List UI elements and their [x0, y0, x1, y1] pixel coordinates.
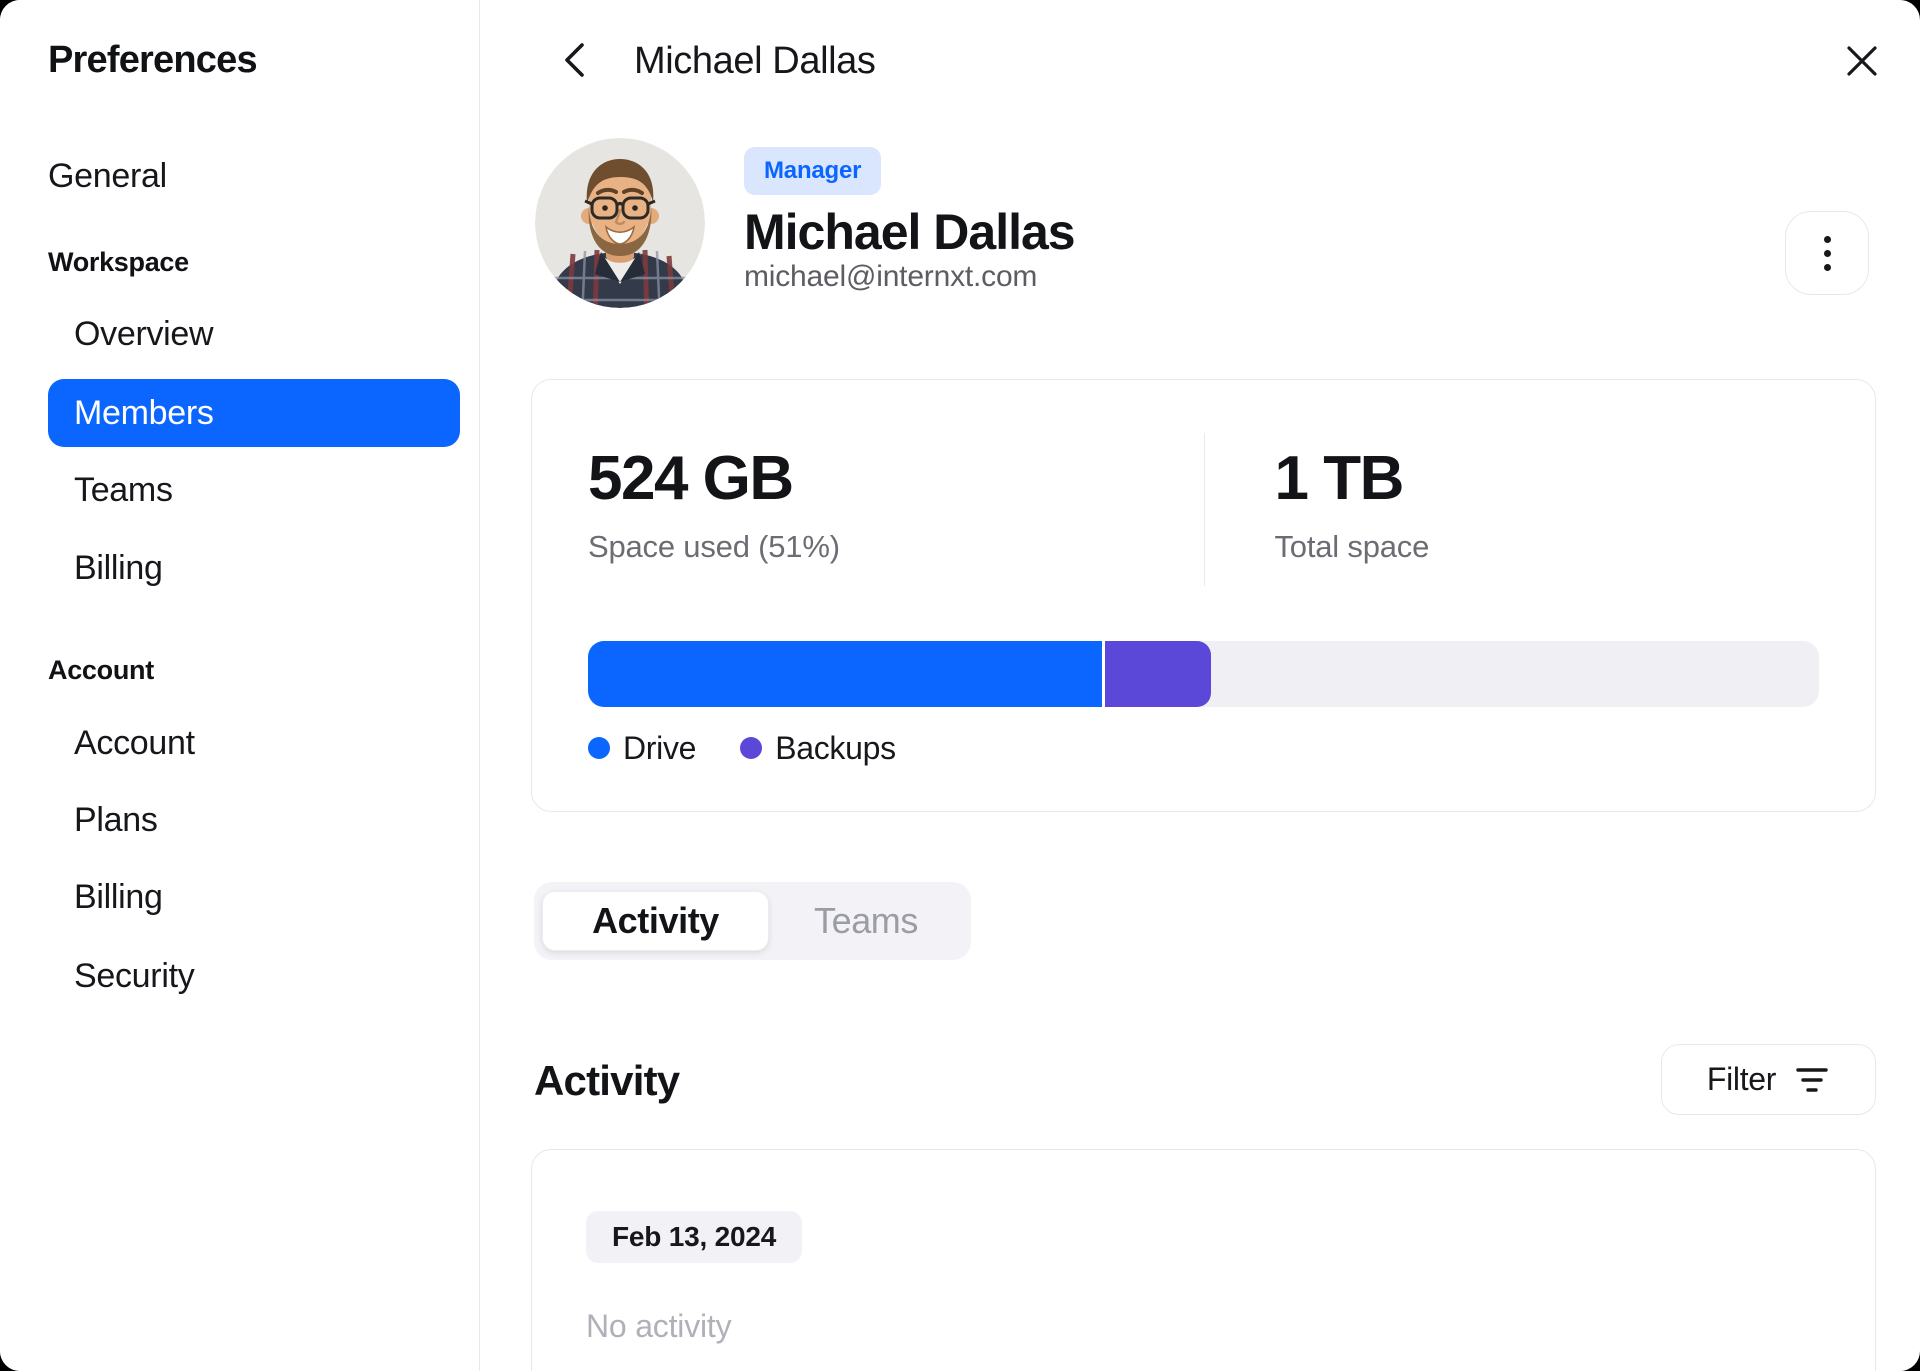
sidebar-title: Preferences	[48, 39, 258, 81]
detail-tabs: Activity Teams	[534, 882, 971, 960]
drive-dot-icon	[588, 737, 610, 759]
legend-item-backups: Backups	[740, 730, 896, 767]
legend-item-drive: Drive	[588, 730, 696, 767]
legend-backups-label: Backups	[775, 729, 896, 766]
sidebar-item-billing-workspace[interactable]: Billing	[74, 548, 163, 588]
chevron-left-icon	[565, 43, 584, 77]
activity-log-card: Feb 13, 2024 No activity	[531, 1149, 1876, 1371]
storage-usage-card: 524 GB Space used (51%) 1 TB Total space…	[531, 379, 1876, 812]
sidebar-item-billing-account[interactable]: Billing	[74, 877, 163, 917]
close-button[interactable]	[1833, 32, 1891, 90]
usage-bar-backups-segment	[1105, 641, 1211, 707]
total-space-value: 1 TB	[1274, 444, 1405, 513]
member-detail-panel: Michael Dallas Manager Michael Dallas mi…	[481, 0, 1920, 1371]
sidebar-item-plans[interactable]: Plans	[74, 800, 158, 840]
space-used-value: 524 GB	[588, 444, 794, 513]
tab-teams[interactable]: Teams	[769, 891, 963, 951]
member-email: michael@internxt.com	[744, 260, 1038, 293]
member-options-button[interactable]	[1785, 211, 1869, 295]
storage-usage-bar	[588, 641, 1819, 707]
backups-dot-icon	[740, 737, 763, 759]
usage-legend: Drive Backups	[588, 730, 1819, 766]
avatar	[535, 138, 705, 308]
sidebar-item-members[interactable]: Members	[48, 379, 460, 447]
kebab-icon	[1823, 235, 1831, 243]
total-space-label: Total space	[1274, 529, 1430, 564]
filter-button[interactable]: Filter	[1661, 1044, 1876, 1115]
activity-date-chip: Feb 13, 2024	[586, 1211, 803, 1263]
sidebar-item-general[interactable]: General	[48, 156, 167, 196]
tab-activity[interactable]: Activity	[542, 891, 769, 951]
sidebar-section-account: Account	[48, 655, 154, 685]
sidebar-item-teams[interactable]: Teams	[74, 470, 173, 510]
filter-icon	[1796, 1067, 1828, 1092]
page-title: Michael Dallas	[634, 40, 876, 82]
member-name: Michael Dallas	[744, 204, 1076, 260]
usage-stats-row: 524 GB Space used (51%) 1 TB Total space	[588, 433, 1819, 586]
sidebar-item-security[interactable]: Security	[74, 956, 195, 996]
sidebar-item-members-label: Members	[74, 394, 214, 432]
role-badge: Manager	[744, 147, 882, 195]
preferences-dialog: Preferences General Workspace Overview M…	[0, 0, 1920, 1371]
activity-heading: Activity	[534, 1057, 680, 1104]
activity-empty-text: No activity	[586, 1308, 732, 1344]
usage-bar-drive-segment	[588, 641, 1106, 707]
sidebar-item-overview[interactable]: Overview	[74, 314, 214, 354]
space-used-label: Space used (51%)	[588, 529, 840, 564]
space-used-stat: 524 GB Space used (51%)	[588, 433, 1204, 586]
avatar-illustration	[535, 138, 705, 308]
sidebar-section-workspace: Workspace	[48, 247, 189, 277]
close-icon	[1847, 46, 1877, 76]
sidebar: Preferences General Workspace Overview M…	[0, 0, 480, 1371]
legend-drive-label: Drive	[623, 729, 697, 766]
total-space-stat: 1 TB Total space	[1203, 433, 1820, 586]
back-button[interactable]	[549, 33, 599, 87]
sidebar-item-account[interactable]: Account	[74, 723, 195, 763]
filter-button-label: Filter	[1706, 1061, 1777, 1097]
